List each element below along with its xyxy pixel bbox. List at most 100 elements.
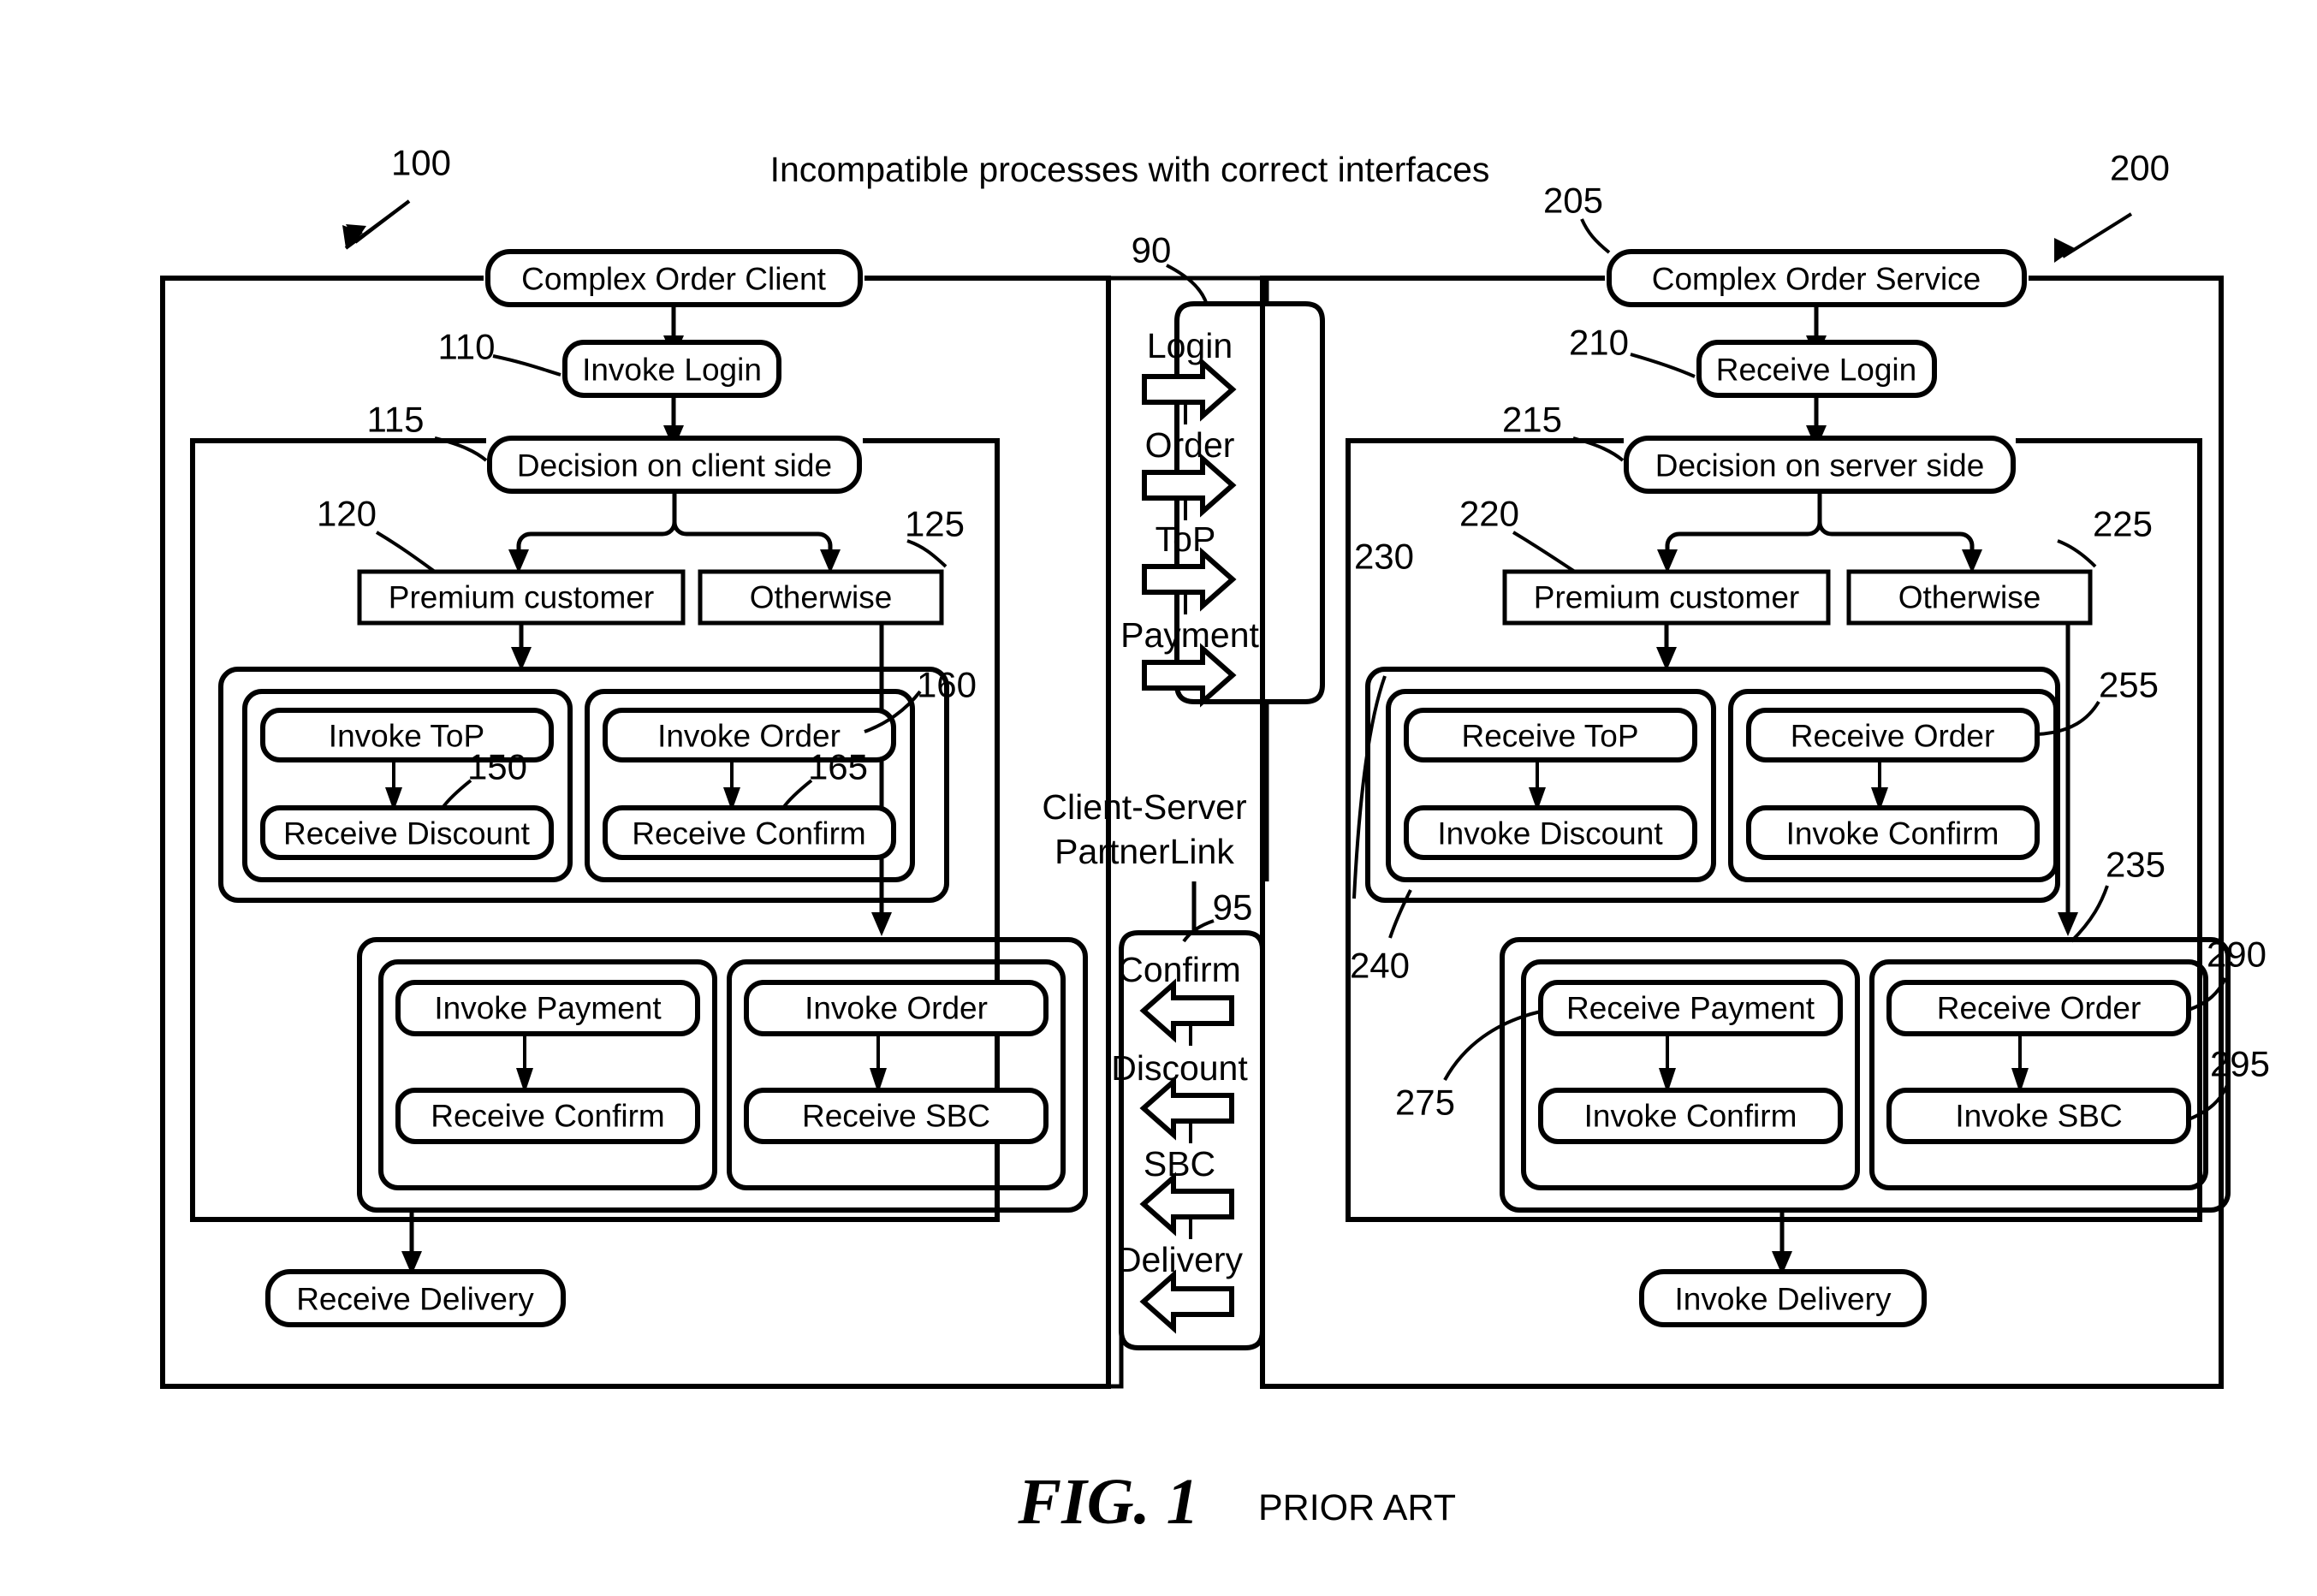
partnerlink-msg-payment: Payment	[1120, 615, 1259, 655]
client-invoke-login-label: Invoke Login	[582, 353, 762, 388]
partnerlink-msg-confirm: Confirm	[1118, 950, 1241, 989]
server-conn-payment-confirm	[1659, 1034, 1676, 1094]
client-otherwise-label: Otherwise	[750, 580, 893, 615]
server-ref-290: 290	[2207, 934, 2267, 975]
arrow-right-payment-icon	[1142, 643, 1237, 708]
client-invoke-payment-label: Invoke Payment	[434, 991, 662, 1026]
server-invoke-confirm-top-label: Invoke Confirm	[1786, 816, 1999, 851]
server-ref-200: 200	[2110, 148, 2170, 188]
server-leader-240	[1388, 889, 1412, 939]
partnerlink-label-line2: PartnerLink	[1055, 832, 1234, 871]
server-leader-205	[1580, 218, 1611, 254]
server-ref-225: 225	[2093, 504, 2153, 544]
client-invoke-top-label: Invoke ToP	[329, 719, 484, 754]
client-conn-top-discount	[385, 760, 402, 811]
figure-title: Incompatible processes with correct inte…	[770, 150, 1490, 189]
arrow-right-login-icon	[1142, 357, 1237, 422]
client-leader-125	[906, 539, 948, 568]
server-decision-label: Decision on server side	[1655, 448, 1985, 484]
partnerlink-conn-client-in	[1108, 276, 1269, 304]
client-conn-order-confirm	[723, 760, 740, 811]
patent-figure-page: Incompatible processes with correct inte…	[0, 0, 2317, 1596]
partnerlink-msg-sbc: SBC	[1144, 1144, 1215, 1184]
client-ref-100: 100	[391, 143, 451, 183]
arrow-left-confirm-icon	[1139, 978, 1234, 1043]
client-decision-branch	[508, 491, 841, 573]
partnerlink-label-line1: Client-Server	[1042, 787, 1246, 827]
client-conn-premium-flow	[511, 623, 532, 671]
server-conn-otherwise-flow	[2058, 623, 2078, 936]
client-ref-150: 150	[467, 747, 527, 787]
client-receive-confirm-bottom-label: Receive Confirm	[431, 1099, 664, 1134]
server-conn-order-sbc	[2011, 1034, 2029, 1094]
server-ref-295: 295	[2210, 1044, 2270, 1084]
client-receive-confirm-top-label: Receive Confirm	[632, 816, 865, 851]
client-root-label: Complex Order Client	[521, 262, 826, 297]
arrow-left-sbc-icon	[1139, 1172, 1234, 1237]
server-receive-order-top-label: Receive Order	[1791, 719, 1995, 754]
arrow-left-discount-icon	[1139, 1076, 1234, 1141]
client-ref-165: 165	[808, 747, 868, 787]
server-ref-210: 210	[1569, 323, 1629, 363]
server-ref-255: 255	[2099, 665, 2159, 705]
server-ref-230: 230	[1354, 537, 1414, 577]
server-conn-premium-flow	[1656, 623, 1677, 671]
client-receive-delivery-label: Receive Delivery	[296, 1282, 534, 1317]
server-invoke-confirm-bottom-label: Invoke Confirm	[1584, 1099, 1797, 1134]
client-ref-120: 120	[317, 494, 377, 534]
client-ref-110: 110	[438, 327, 496, 367]
server-receive-payment-label: Receive Payment	[1566, 991, 1815, 1026]
server-ref-215: 215	[1502, 400, 1562, 440]
partnerlink-msg-order: Order	[1145, 425, 1235, 465]
arrow-left-delivery-icon	[1139, 1269, 1234, 1334]
client-decision-label: Decision on client side	[517, 448, 832, 484]
server-conn-order-confirm	[1871, 760, 1888, 811]
server-ref-235: 235	[2106, 845, 2166, 885]
server-receive-top-label: Receive ToP	[1461, 719, 1638, 754]
figure-canvas: Incompatible processes with correct inte…	[160, 143, 2270, 1538]
server-leader-220	[1512, 531, 1577, 573]
partnerlink-leader-90	[1166, 264, 1209, 306]
figure-caption-number: FIG. 1	[1017, 1466, 1198, 1538]
partnerlink-ref-95: 95	[1213, 887, 1253, 928]
partnerlink-msg-delivery: Delivery	[1116, 1240, 1244, 1279]
server-invoke-discount-label: Invoke Discount	[1437, 816, 1663, 851]
server-receive-order-bottom-label: Receive Order	[1937, 991, 2142, 1026]
server-root-label: Complex Order Service	[1652, 262, 1981, 297]
server-leader-275	[1443, 1010, 1542, 1081]
client-ref-160: 160	[917, 665, 977, 705]
arrow-right-top-icon	[1142, 547, 1237, 612]
server-ref-205: 205	[1543, 181, 1603, 221]
partnerlink-ref-90: 90	[1132, 230, 1172, 270]
server-decision-branch	[1657, 491, 1982, 573]
server-ref-275: 275	[1395, 1083, 1455, 1123]
client-conn-payment-confirm	[516, 1034, 533, 1094]
client-panel: 100 Complex Order Client Invoke Login 11…	[160, 143, 1111, 1389]
server-ref-240: 240	[1350, 946, 1410, 986]
server-conn-top-discount	[1529, 760, 1546, 811]
server-premium-label: Premium customer	[1534, 580, 1799, 615]
server-receive-login-label: Receive Login	[1716, 353, 1916, 388]
server-leader-210	[1630, 353, 1696, 378]
server-invoke-sbc-label: Invoke SBC	[1955, 1099, 2122, 1134]
server-ref-220: 220	[1459, 494, 1519, 534]
client-conn-order-sbc	[870, 1034, 887, 1094]
server-ref-leader	[2054, 212, 2133, 263]
partner-link-group: 90 Login Order ToP Payment Client-Server…	[1042, 230, 1325, 1389]
client-receive-sbc-label: Receive SBC	[802, 1099, 990, 1134]
client-invoke-order-bottom-label: Invoke Order	[805, 991, 988, 1026]
client-ref-125: 125	[905, 504, 965, 544]
client-premium-label: Premium customer	[389, 580, 654, 615]
arrow-right-order-icon	[1142, 453, 1237, 518]
server-panel: 200 Complex Order Service 205 Receive Lo…	[1260, 148, 2270, 1389]
client-ref-leader	[342, 199, 411, 250]
client-ref-115: 115	[367, 400, 425, 440]
partnerlink-msg-discount: Discount	[1111, 1048, 1248, 1088]
client-leader-110	[492, 354, 561, 377]
server-leader-225	[2057, 539, 2097, 568]
figure-caption-note: PRIOR ART	[1258, 1487, 1456, 1528]
partnerlink-msg-top: ToP	[1156, 519, 1216, 559]
partnerlink-msg-login: Login	[1147, 326, 1233, 365]
client-leader-120	[375, 531, 437, 573]
client-receive-discount-label: Receive Discount	[283, 816, 531, 851]
